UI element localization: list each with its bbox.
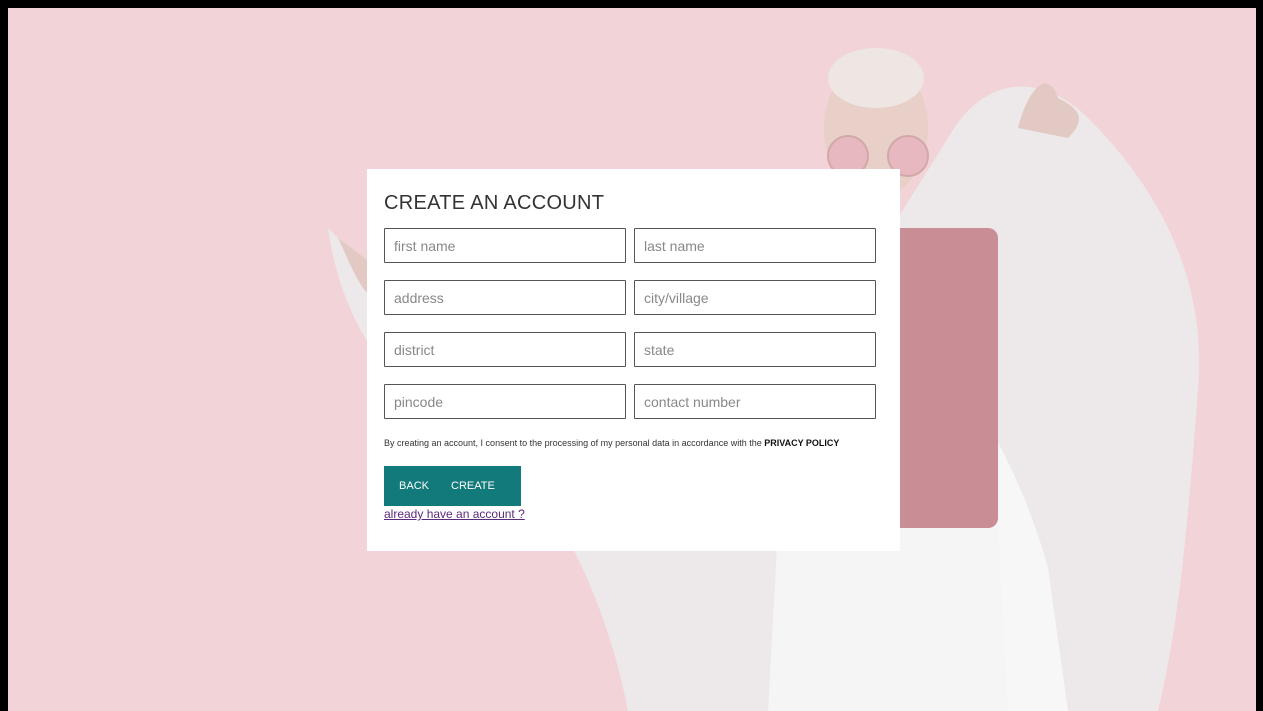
action-buttons: BACK CREATE	[384, 466, 521, 506]
city-village-input[interactable]	[634, 280, 876, 315]
privacy-policy-link[interactable]: PRIVACY POLICY	[764, 438, 839, 448]
form-title: CREATE AN ACCOUNT	[384, 192, 605, 214]
contact-number-input[interactable]	[634, 384, 876, 419]
consent-statement: By creating an account, I consent to the…	[384, 438, 762, 448]
state-input[interactable]	[634, 332, 876, 367]
window-frame: CREATE AN ACCOUNT By creating an account…	[0, 0, 1263, 711]
last-name-input[interactable]	[634, 228, 876, 263]
create-button[interactable]: CREATE	[444, 466, 512, 506]
first-name-input[interactable]	[384, 228, 626, 263]
consent-text: By creating an account, I consent to the…	[384, 438, 874, 449]
back-button[interactable]: BACK	[384, 466, 444, 506]
already-have-account-link[interactable]: already have an account ?	[384, 507, 883, 521]
address-input[interactable]	[384, 280, 626, 315]
create-account-card: CREATE AN ACCOUNT By creating an account…	[367, 169, 900, 551]
form-fields-grid	[384, 228, 883, 419]
pincode-input[interactable]	[384, 384, 626, 419]
district-input[interactable]	[384, 332, 626, 367]
